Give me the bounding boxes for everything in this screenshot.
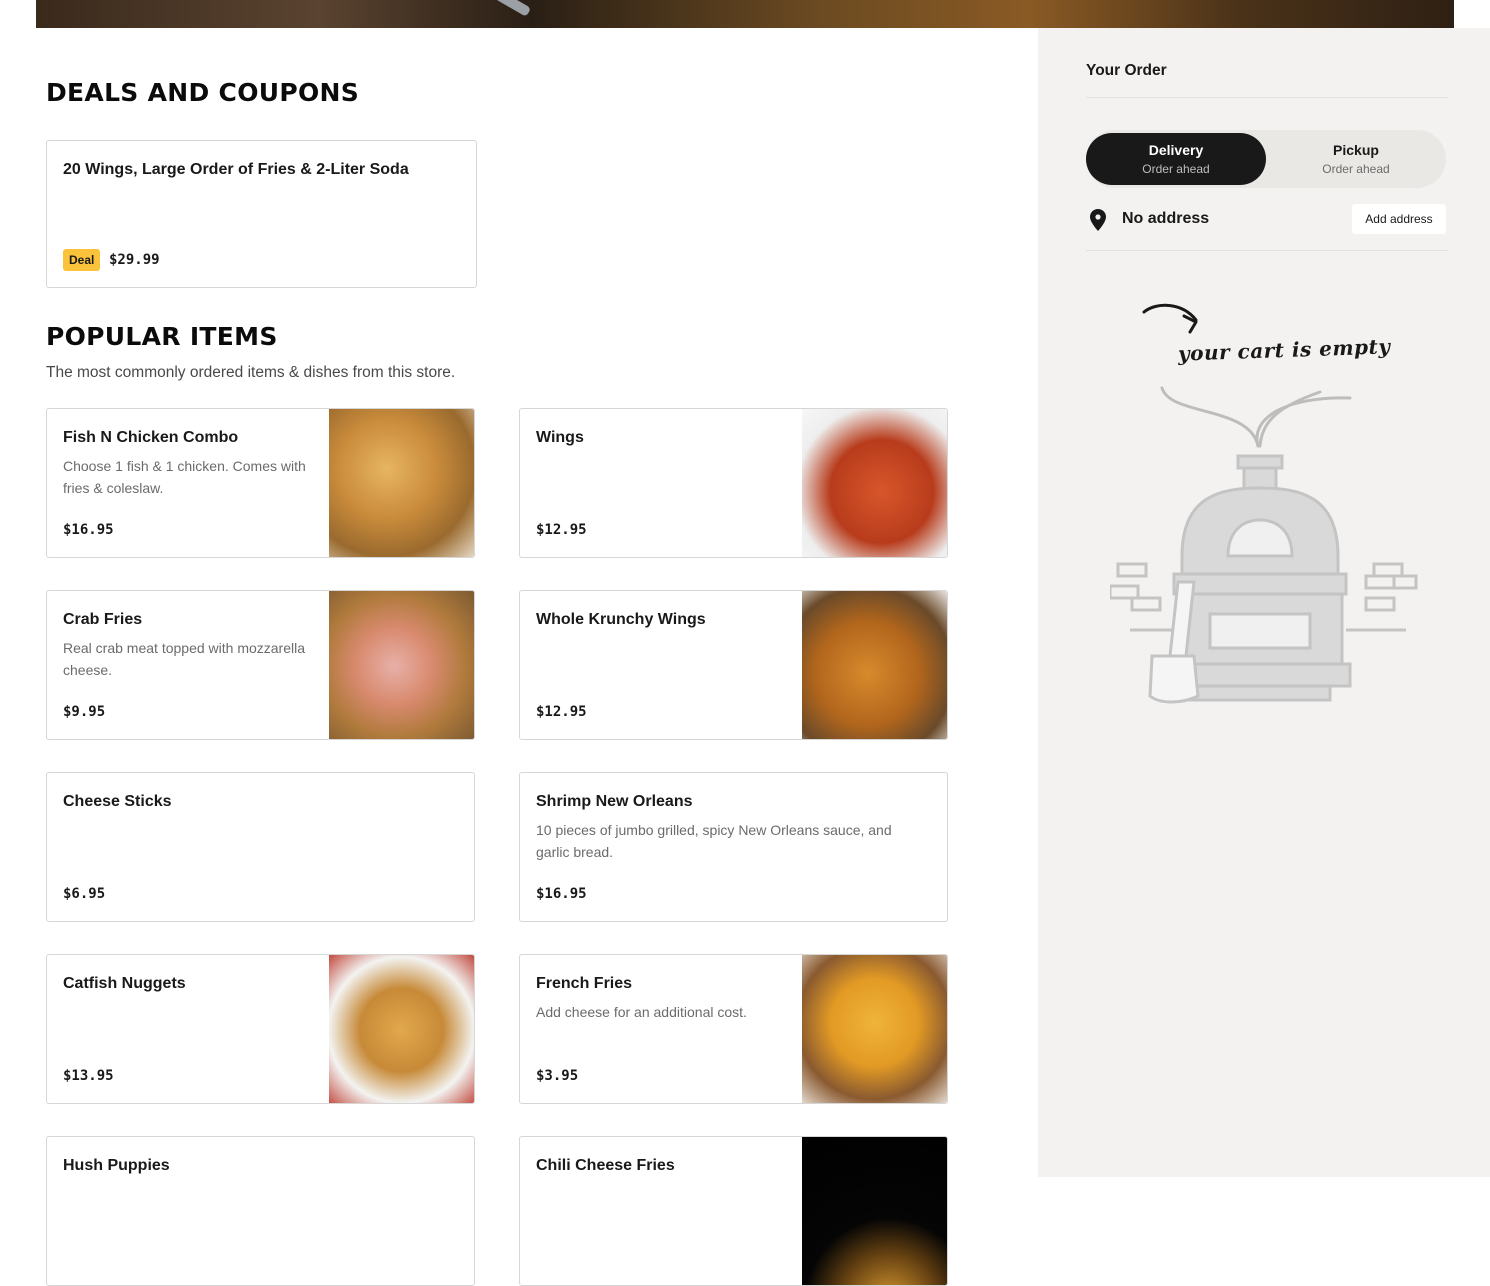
menu-item-name: Hush Puppies (63, 1157, 170, 1174)
add-address-button[interactable]: Add address (1352, 204, 1446, 234)
menu-item-card[interactable]: Wings $12.95 (519, 408, 948, 558)
menu-item-card[interactable]: Cheese Sticks $6.95 (46, 772, 475, 922)
menu-item-description: Add cheese for an additional cost. (536, 1004, 747, 1020)
deal-name: 20 Wings, Large Order of Fries & 2-Liter… (63, 161, 409, 178)
menu-item-description: Real crab meat topped with mozzarella ch… (63, 640, 306, 678)
deals-title: DEALS AND COUPONS (46, 78, 360, 107)
menu-item-name: Cheese Sticks (63, 793, 172, 810)
pickup-sublabel: Order ahead (1322, 162, 1390, 176)
menu-item-price: $9.95 (63, 704, 106, 720)
order-sidebar: Your Order Delivery Order ahead Pickup O… (1038, 28, 1490, 1177)
delivery-label: Delivery (1148, 142, 1204, 158)
divider (1086, 97, 1448, 98)
menu-item-price: $12.95 (536, 522, 587, 538)
popular-items-subtitle: The most commonly ordered items & dishes… (46, 364, 456, 381)
menu-item-description: 10 pieces of jumbo grilled, spicy New Or… (536, 822, 892, 860)
store-hero-banner (36, 0, 1454, 28)
menu-item-price: $12.95 (536, 704, 587, 720)
menu-item-image (329, 591, 474, 739)
menu-item-card[interactable]: Chili Cheese Fries (519, 1136, 948, 1286)
menu-item-card[interactable]: Fish N Chicken Combo Choose 1 fish & 1 c… (46, 408, 475, 558)
menu-item-card[interactable]: French Fries Add cheese for an additiona… (519, 954, 948, 1104)
menu-item-price: $3.95 (536, 1068, 579, 1084)
menu-item-name: Chili Cheese Fries (536, 1157, 675, 1174)
menu-item-card[interactable]: Hush Puppies (46, 1136, 475, 1286)
deal-card[interactable]: 20 Wings, Large Order of Fries & 2-Liter… (46, 140, 477, 288)
menu-item-name: Wings (536, 429, 584, 446)
deal-price: $29.99 (109, 252, 160, 268)
address-row: No address Add address (1086, 204, 1446, 236)
menu-item-card[interactable]: Whole Krunchy Wings $12.95 (519, 590, 948, 740)
menu-item-image (802, 409, 947, 557)
delivery-sublabel: Order ahead (1142, 162, 1210, 176)
menu-item-image (802, 1137, 947, 1285)
delivery-option[interactable]: Delivery Order ahead (1086, 133, 1266, 185)
menu-item-name: French Fries (536, 975, 633, 992)
menu-item-name: Whole Krunchy Wings (536, 611, 706, 628)
pickup-option[interactable]: Pickup Order ahead (1266, 133, 1446, 185)
menu-item-card[interactable]: Shrimp New Orleans 10 pieces of jumbo gr… (519, 772, 948, 922)
menu-item-name: Crab Fries (63, 611, 143, 628)
menu-item-image (329, 955, 474, 1103)
deal-badge: Deal (63, 249, 101, 271)
menu-item-price: $13.95 (63, 1068, 114, 1084)
menu-item-name: Fish N Chicken Combo (63, 429, 239, 446)
your-order-title: Your Order (1086, 62, 1167, 79)
menu-item-price: $16.95 (536, 886, 587, 902)
menu-item-image (802, 955, 947, 1103)
menu-item-image (329, 409, 474, 557)
map-pin-icon (1090, 209, 1106, 231)
menu-item-card[interactable]: Crab Fries Real crab meat topped with mo… (46, 590, 475, 740)
menu-item-card[interactable]: Catfish Nuggets $13.95 (46, 954, 475, 1104)
pickup-label: Pickup (1333, 142, 1379, 158)
popular-items-title: POPULAR ITEMS (46, 322, 278, 351)
menu-item-description: Choose 1 fish & 1 chicken. Comes with fr… (63, 458, 306, 496)
menu-item-price: $6.95 (63, 886, 106, 902)
menu-item-name: Shrimp New Orleans (536, 793, 693, 810)
divider (1086, 250, 1448, 251)
menu-item-image (802, 591, 947, 739)
fulfillment-toggle: Delivery Order ahead Pickup Order ahead (1086, 130, 1446, 188)
menu-item-name: Catfish Nuggets (63, 975, 186, 992)
address-text: No address (1122, 210, 1210, 227)
fork-decoration (430, 0, 532, 17)
menu-item-price: $16.95 (63, 522, 114, 538)
